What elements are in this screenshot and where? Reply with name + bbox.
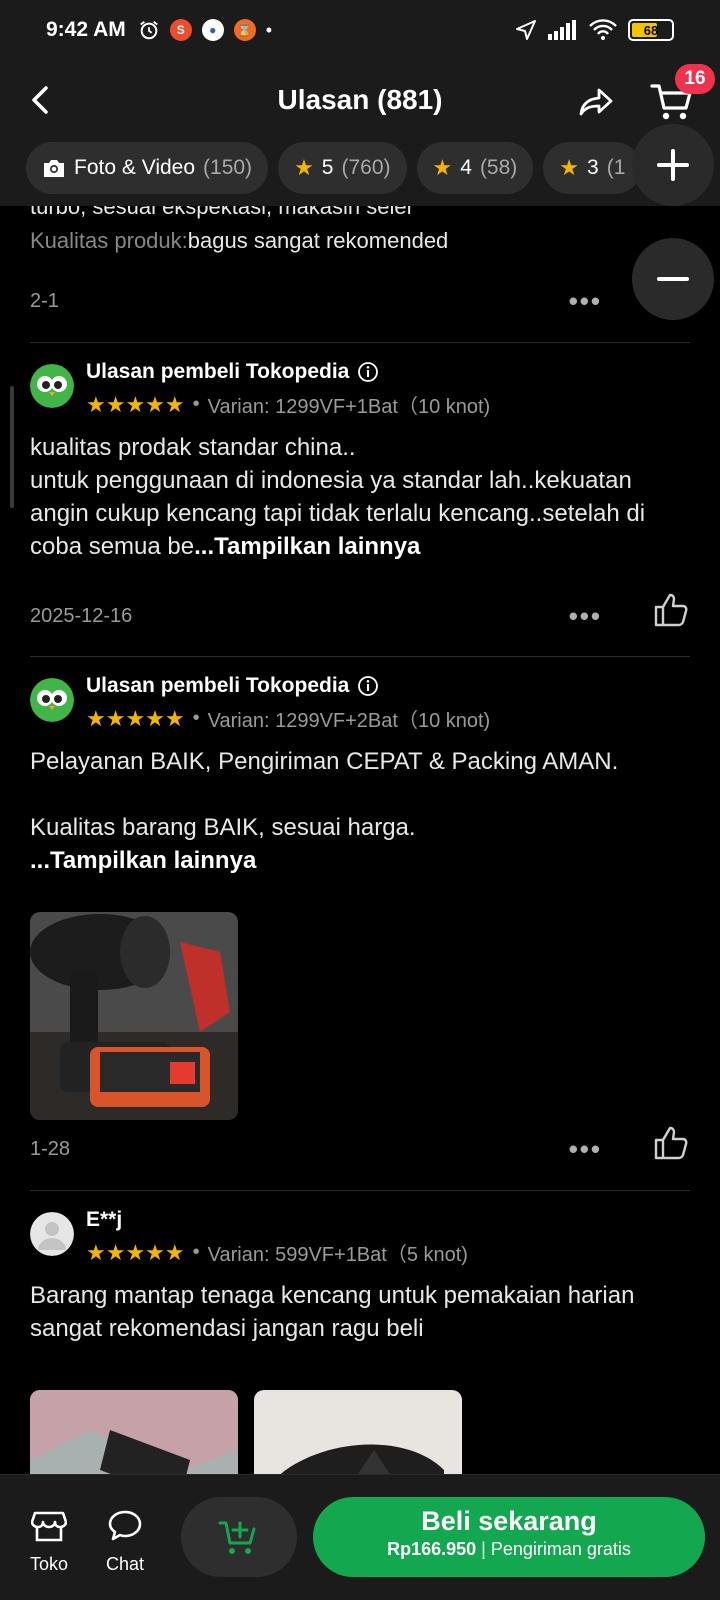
divider [30,656,690,657]
filter-chip-label: 4 [460,156,472,179]
review-photo[interactable] [254,1390,462,1474]
zoom-in-button[interactable] [632,124,714,206]
thumbs-up-icon[interactable] [650,589,692,631]
status-bar: 9:42 AM S ● ⌛ • 68 [0,0,720,60]
wifi-icon [589,19,617,40]
tokopedia-owl-avatar [30,364,74,408]
review-variant: Varian: 1299VF+2Bat（10 knot) [207,710,491,732]
review-photo[interactable] [30,1390,238,1474]
rating-stars-icon: ★★★★★ [86,705,185,731]
review-item: E**j ★★★★★ • Varian: 599VF+1Bat（5 knot) … [30,1208,690,1345]
review-meta-row: 2025-12-16 ••• [30,593,690,632]
filter-chip-count: (58) [479,156,518,179]
rating-stars-icon: ★★★★★ [86,1239,185,1265]
filter-chip-count: (150) [203,156,253,179]
toko-label: Toko [29,1554,69,1574]
cart-count-badge: 16 [675,64,715,94]
review-photo[interactable] [30,912,238,1120]
alarm-icon [139,21,158,40]
chat-button[interactable]: Chat [100,1509,150,1575]
show-more-link[interactable]: ...Tampilkan lainnya [30,847,256,874]
filter-chip-label: Foto & Video [74,156,196,179]
quality-label: Kualitas produk: [30,228,188,253]
info-icon[interactable] [357,675,379,697]
buy-now-button[interactable]: Beli sekarang Rp166.950 | Pengiriman gra… [313,1497,705,1577]
add-to-cart-icon [218,1521,256,1554]
review-filter-bar: Foto & Video (150) ★ 5 (760) ★ 4 (58) ★ … [0,140,720,206]
hourglass-notification-icon: ⌛ [233,19,256,41]
buy-now-label: Beli sekarang [421,1506,597,1536]
review-variant: Varian: 1299VF+1Bat（10 knot) [207,396,491,418]
shipping-label: Pengiriman gratis [490,1539,631,1559]
plus-icon [657,149,689,181]
review-list[interactable]: turbo, sesuai ekspektasi, makasih seler … [0,206,720,1474]
scrollbar[interactable] [10,386,14,508]
filter-chip-label: 3 [587,156,599,179]
product-closeup-photo [254,1390,462,1474]
reviewer-name: E**j [86,1208,123,1231]
rating-stars-icon: ★★★★★ [86,391,185,417]
bottom-action-bar: Toko Chat Beli sekarang Rp166.950 | Peng… [0,1474,720,1600]
filter-chip-4-star[interactable]: ★ 4 (58) [416,142,534,194]
top-app-bar: Ulasan (881) 16 [0,60,720,140]
battery-icon: 68 [628,19,674,41]
quality-value: bagus sangat rekomended [187,228,449,253]
review-text: Barang mantap tenaga kencang untuk pemak… [30,1282,635,1342]
price-label: Rp166.950 [387,1539,477,1559]
filter-chip-count: (1 [606,156,626,179]
review-meta-row: 1-28 ••• [30,1126,690,1165]
reviewer-name: Ulasan pembeli Tokopedia [86,674,350,697]
partial-review-text: turbo, sesuai ekspektasi, makasih seler [30,206,414,219]
chat-bubble-icon [108,1510,142,1541]
status-time: 9:42 AM [46,18,126,41]
star-icon: ★ [432,155,453,180]
shopee-notification-icon: S [169,19,192,41]
filter-chip-label: 5 [321,156,334,179]
default-avatar [30,1212,74,1256]
info-icon[interactable] [357,361,379,383]
package-photo [30,1390,238,1474]
review-text: Pelayanan BAIK, Pengiriman CEPAT & Packi… [30,748,619,874]
more-options-icon[interactable]: ••• [569,601,602,632]
review-item: Ulasan pembeli Tokopedia ★★★★★ • Varian:… [30,360,690,563]
tokopedia-owl-avatar [30,678,74,722]
minus-icon [657,277,689,281]
show-more-link[interactable]: ...Tampilkan lainnya [194,533,420,560]
review-date: 2-1 [30,290,59,312]
zoom-out-button[interactable] [632,238,714,320]
filter-chip-photo-video[interactable]: Foto & Video (150) [26,142,269,194]
back-arrow-icon[interactable] [22,80,62,120]
blower-product-photo [30,912,238,1120]
more-options-icon[interactable]: ••• [569,286,602,317]
camera-icon [44,160,64,177]
more-options-icon[interactable]: ••• [569,1134,602,1165]
location-icon [516,20,536,40]
app-notification-icon: ● [201,19,224,41]
share-icon[interactable] [575,80,619,124]
filter-chip-count: (760) [341,156,391,179]
more-notifications-icon: • [265,19,273,40]
store-icon [30,1511,68,1542]
filter-chip-3-star[interactable]: ★ 3 (1 [543,142,642,194]
review-variant: Varian: 599VF+1Bat（5 knot) [207,1244,468,1266]
star-icon: ★ [559,155,580,180]
divider [30,1190,690,1191]
star-icon: ★ [294,155,314,180]
reviewer-name: Ulasan pembeli Tokopedia [86,360,350,383]
filter-chip-5-star[interactable]: ★ 5 (760) [278,142,407,194]
toko-button[interactable]: Toko [24,1509,74,1575]
review-date: 1-28 [30,1138,71,1160]
partial-review: turbo, sesuai ekspektasi, makasih seler … [30,206,690,258]
review-item: Ulasan pembeli Tokopedia ★★★★★ • Varian:… [30,674,690,877]
review-text: kualitas prodak standar china.. untuk pe… [30,434,646,560]
chat-label: Chat [105,1554,145,1574]
thumbs-up-icon[interactable] [650,1122,692,1164]
add-to-cart-button[interactable] [181,1497,297,1577]
review-meta-row: 2-1 ••• [30,286,690,317]
review-date: 2025-12-16 [30,605,133,627]
signal-icon [548,20,576,40]
divider [30,342,690,343]
